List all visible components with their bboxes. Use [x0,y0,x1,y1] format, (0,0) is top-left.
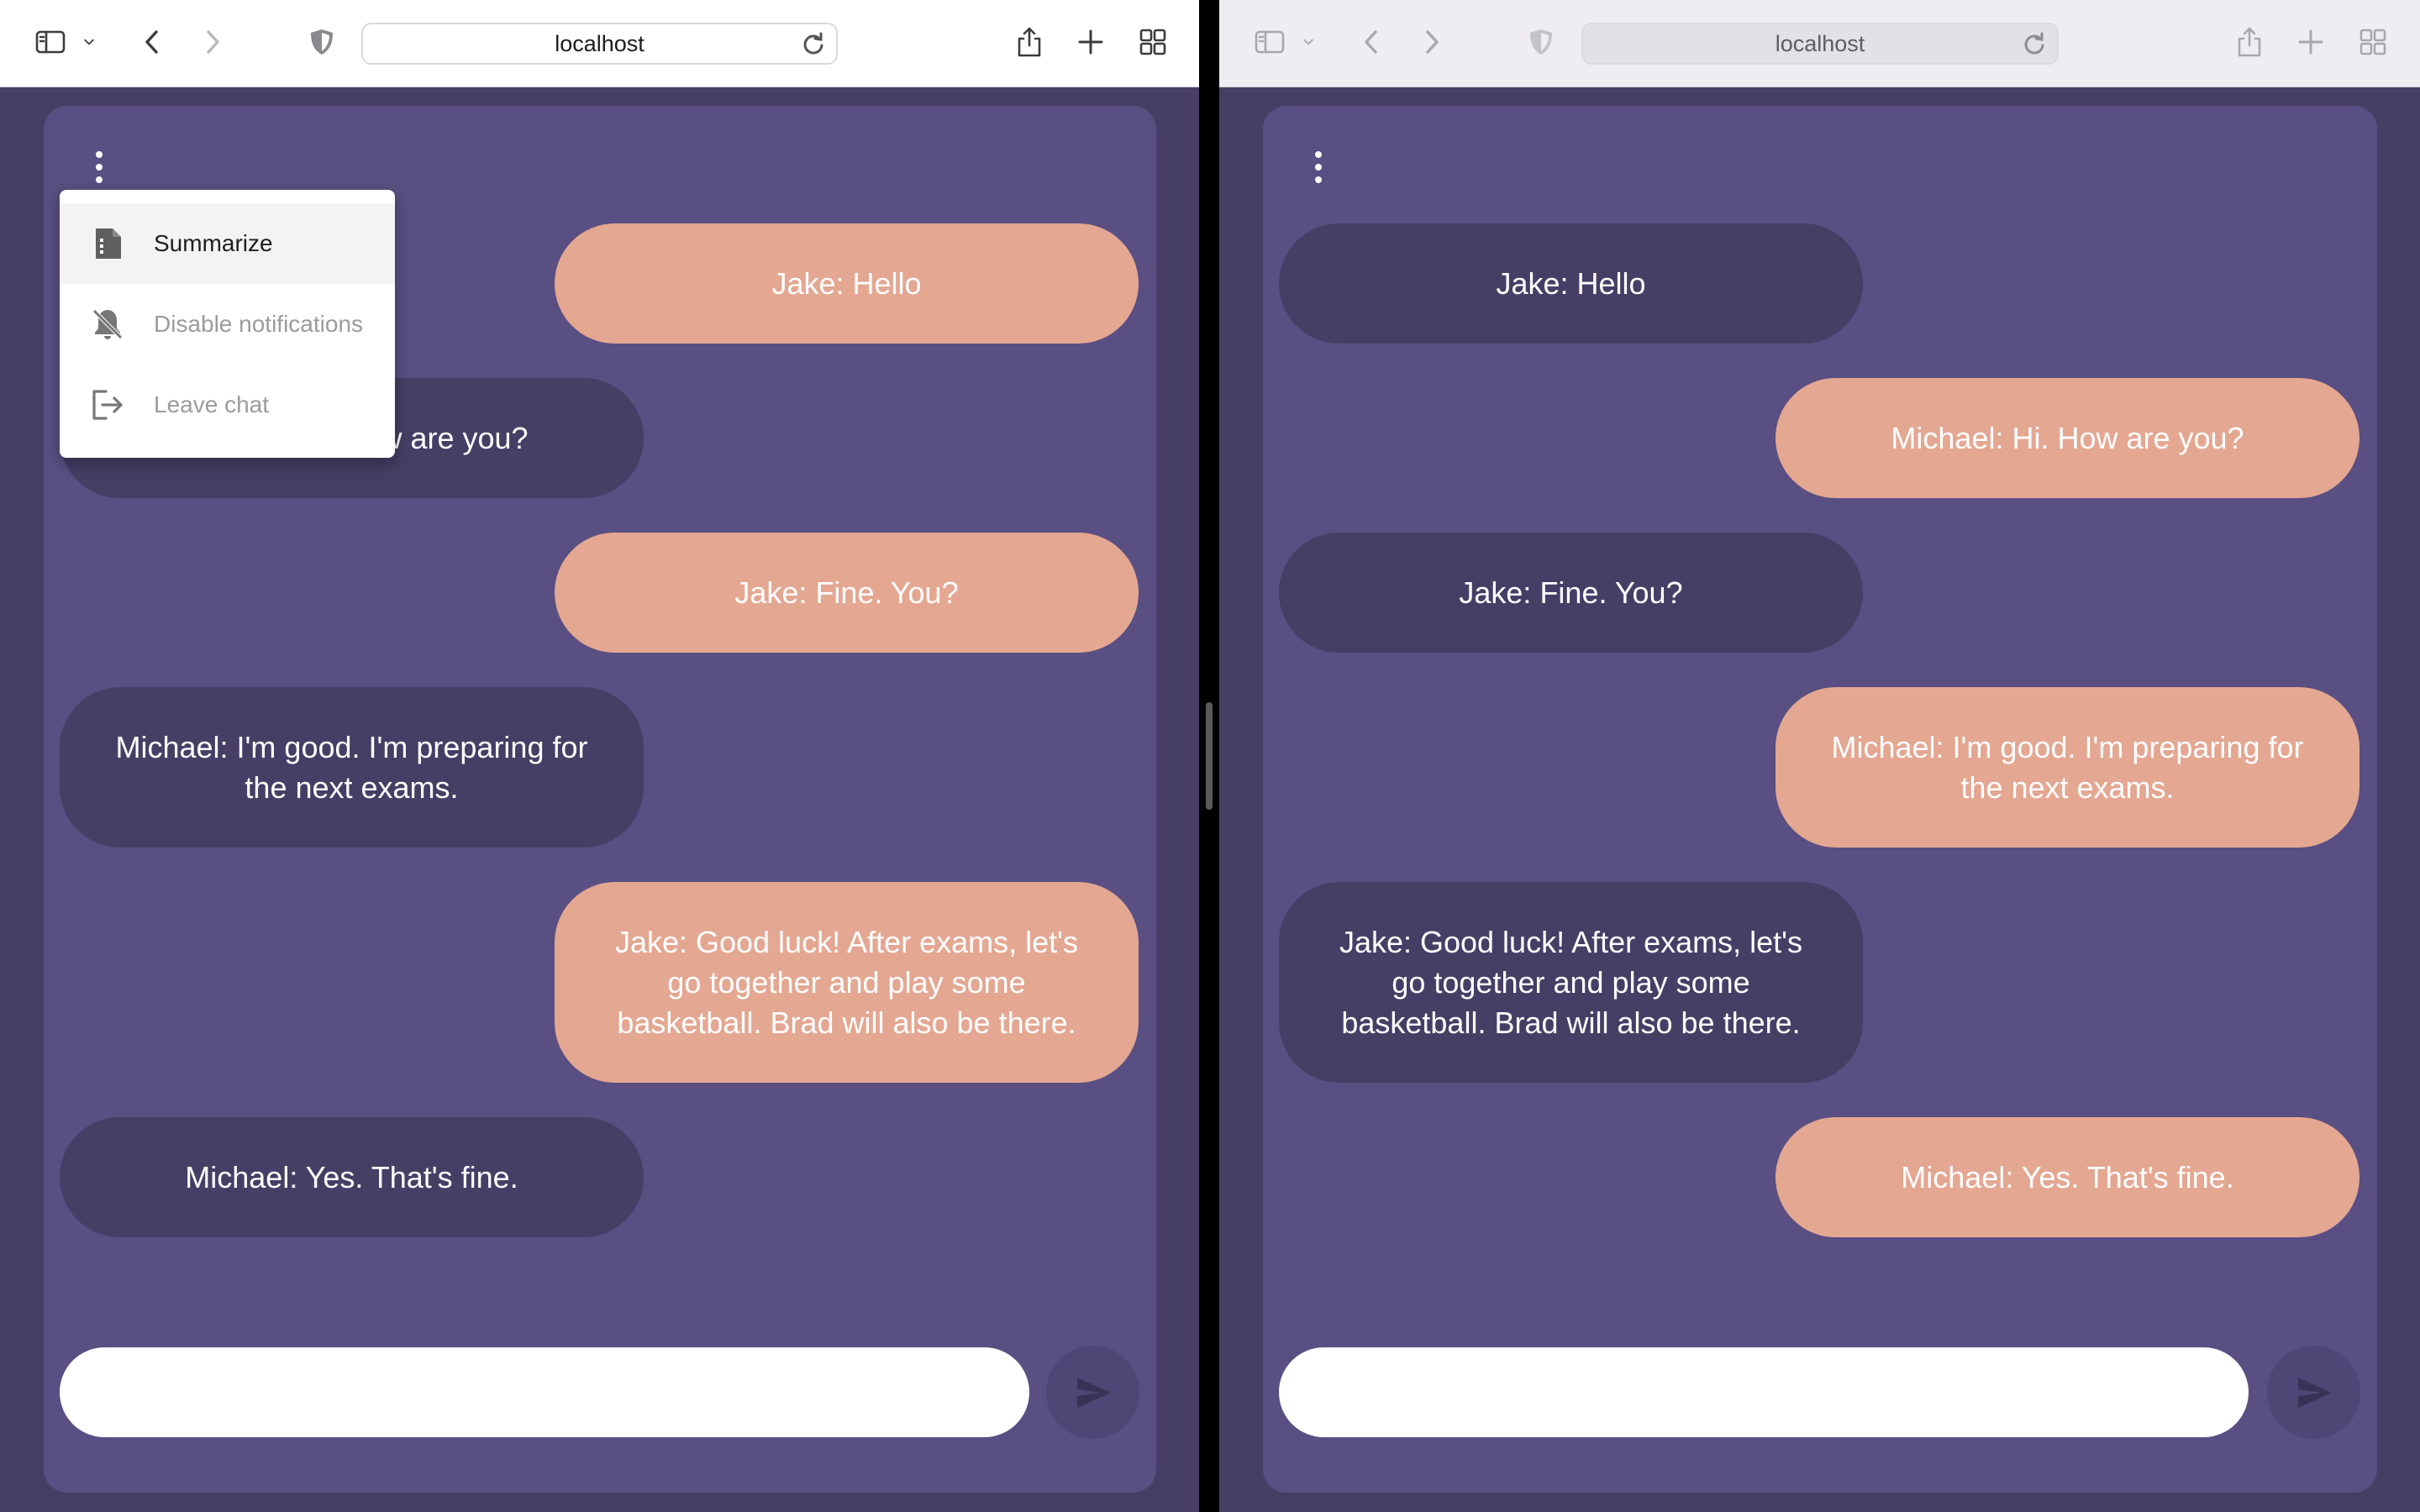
sidebar-toggle-icon[interactable] [1248,20,1292,64]
browser-toolbar: localhost [1219,0,2420,87]
menu-item-leave-chat[interactable]: Leave chat [60,365,395,445]
more-options-icon[interactable] [1302,144,1335,191]
forward-arrow-icon[interactable] [1409,20,1453,64]
sidebar-toggle-icon[interactable] [29,20,72,64]
message-text: Michael: I'm good. I'm preparing for the… [1831,729,2304,805]
chat-card: Jake: Hello Michael: Hi. How are you? Ja… [1263,106,2377,1493]
send-icon [1076,1377,1111,1408]
menu-item-label: Summarize [154,230,273,256]
message-bubble: Jake: Good luck! After exams, let's go t… [1279,882,1863,1083]
back-arrow-icon[interactable] [131,20,175,64]
message-input[interactable] [60,1347,1029,1437]
message-bubble: Michael: Hi. How are you? [1776,378,2360,498]
tab-overview-icon[interactable] [1131,20,1175,64]
message-text: Jake: Hello [771,265,922,301]
summarize-icon [89,225,126,262]
message-bubble: Michael: Yes. That's fine. [1776,1117,2360,1237]
message-bubble: Michael: I'm good. I'm preparing for the… [1776,687,2360,848]
chevron-down-icon[interactable] [1293,20,1323,64]
chevron-down-icon[interactable] [74,20,104,64]
message-text: Jake: Fine. You? [1459,575,1683,610]
browser-window-left: localhost Jake: Hello Michael: Hi. How a… [0,0,1199,1512]
share-icon[interactable] [1007,20,1051,64]
privacy-shield-icon[interactable] [300,20,344,64]
address-bar[interactable]: localhost [1581,23,2059,65]
menu-item-label: Disable notifications [154,311,364,337]
address-bar[interactable]: localhost [361,23,838,65]
message-bubble: Jake: Fine. You? [555,533,1139,653]
message-bubble: Jake: Hello [1279,223,1863,344]
more-options-icon[interactable] [82,144,116,191]
address-text: localhost [1775,30,1865,56]
browser-window-right: localhost Jake: Hello Michael: Hi. How a… [1219,0,2420,1512]
message-text: Michael: I'm good. I'm preparing for the… [115,729,588,805]
send-icon [2297,1377,2332,1408]
reload-icon[interactable] [801,32,826,57]
message-text: Michael: Yes. That's fine. [185,1159,518,1194]
menu-item-disable-notifications[interactable]: Disable notifications [60,284,395,365]
menu-item-summarize[interactable]: Summarize [60,203,395,284]
notifications-off-icon [89,306,126,343]
address-text: localhost [555,30,644,56]
menu-item-label: Leave chat [154,391,269,417]
privacy-shield-icon[interactable] [1519,20,1563,64]
message-bubble: Michael: Yes. That's fine. [60,1117,644,1237]
tab-overview-icon[interactable] [2351,20,2395,64]
forward-arrow-icon[interactable] [190,20,234,64]
message-text: Jake: Good luck! After exams, let's go t… [614,924,1079,1040]
options-menu: Summarize Disable notifications Leave ch… [60,190,395,458]
share-icon[interactable] [2228,20,2271,64]
message-bubble: Jake: Good luck! After exams, let's go t… [555,882,1139,1083]
logout-icon [89,386,126,423]
message-text: Jake: Good luck! After exams, let's go t… [1339,924,1803,1040]
send-button[interactable] [2267,1346,2360,1439]
message-bubble: Jake: Fine. You? [1279,533,1863,653]
message-text: Jake: Hello [1496,265,1646,301]
message-text: Michael: Yes. That's fine. [1901,1159,2234,1194]
message-text: Michael: Hi. How are you? [1891,420,2244,455]
message-text: Jake: Fine. You? [734,575,959,610]
back-arrow-icon[interactable] [1350,20,1394,64]
browser-toolbar: localhost [0,0,1199,87]
send-button[interactable] [1046,1346,1139,1439]
new-tab-plus-icon[interactable] [1069,20,1113,64]
message-input[interactable] [1279,1347,2249,1437]
message-bubble: Jake: Hello [555,223,1139,344]
split-view-handle[interactable] [1206,702,1213,810]
message-bubble: Michael: I'm good. I'm preparing for the… [60,687,644,848]
new-tab-plus-icon[interactable] [2289,20,2333,64]
reload-icon[interactable] [2022,32,2047,57]
